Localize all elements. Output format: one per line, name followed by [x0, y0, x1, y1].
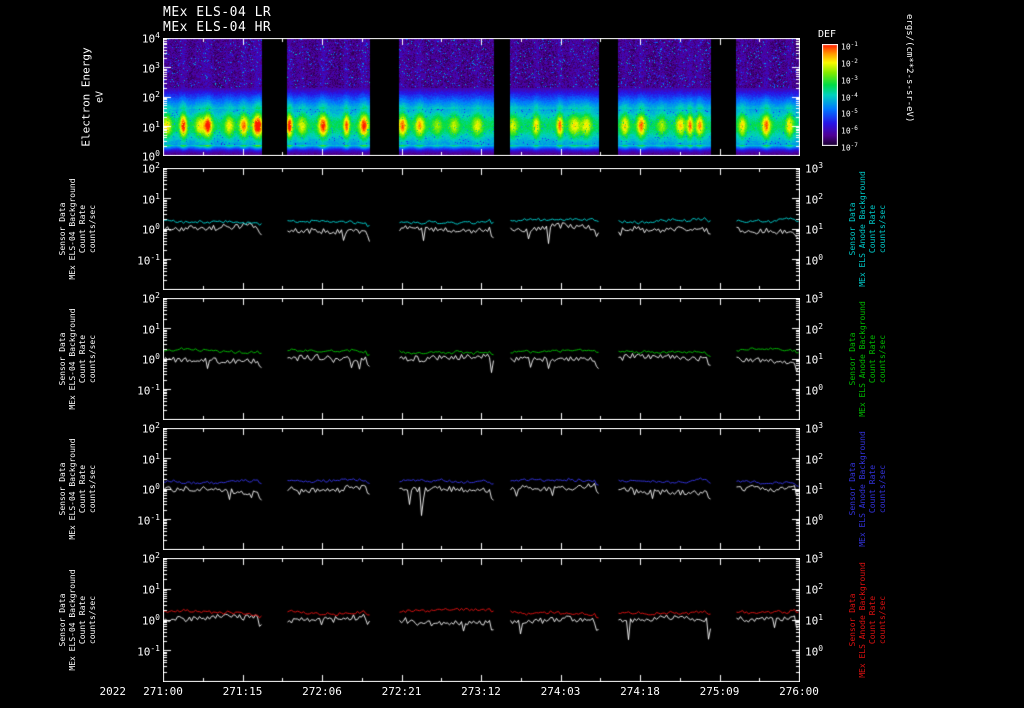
panel-1-ytick-right: 101	[805, 222, 824, 237]
panel-3-ylabel: Sensor Data MEx ELS-04 Background Count Ra…	[58, 438, 97, 540]
xaxis-tick-label: 271:15	[222, 685, 263, 698]
xaxis-tick-label: 271:00	[143, 685, 183, 698]
panel-3-right-label: Sensor Data MEx ELS Anode Background Count…	[848, 431, 887, 547]
colorbar-tick-label: 10-7	[841, 142, 858, 153]
plot-title-line2: MEx ELS-04 HR	[163, 20, 272, 35]
xaxis-tick-label: 272:06	[302, 685, 342, 698]
spectrogram-ytick-label: 104	[141, 31, 160, 46]
colorbar-units-label: ergs/(cm**2-s-sr-eV)	[904, 14, 914, 123]
panel-1-ylabel: Sensor Data MEx ELS-04 Background Count Ra…	[58, 178, 97, 280]
panel-4-ytick-right: 100	[805, 644, 824, 659]
panel-3-ytick-right: 102	[805, 451, 824, 467]
colorbar-tick-label: 10-2	[841, 57, 858, 69]
panel-3-ytick-left: 101	[141, 451, 160, 467]
panel-1-right-label: Sensor Data MEx ELS Anode Background Count…	[848, 171, 887, 287]
panel-3-ytick-left: 10-1	[137, 512, 160, 528]
panel-2-right-label: Sensor Data MEx ELS Anode Background Count…	[848, 301, 887, 417]
panel-1-ytick-left: 101	[141, 191, 160, 207]
panel-4-ytick-left: 100	[141, 613, 160, 628]
panel-3-ytick-right: 101	[805, 482, 824, 497]
panel-4-ytick-left: 101	[141, 582, 160, 597]
spectrogram-y-axis-label: Electron Energy eV	[80, 47, 107, 146]
colorbar-tick-label: 10-4	[841, 91, 858, 103]
xaxis-tick-label: 275:09	[699, 685, 740, 698]
panel-2-ylabel: Sensor Data MEx ELS-04 Background Count Ra…	[58, 308, 97, 410]
panel-4-ytick-left: 10-1	[137, 644, 160, 659]
spectrogram-ytick-label: 101	[141, 119, 160, 135]
panel-1-ytick-right: 102	[805, 191, 824, 207]
cdaweb-plot-page: MEx ELS-04 LR MEx ELS-04 HR Electron Ene…	[0, 0, 1024, 708]
xaxis-tick-label: 273:12	[461, 685, 501, 698]
xaxis-tick-label: 274:03	[540, 685, 581, 698]
panel-2-ytick-right: 102	[805, 321, 824, 337]
panel-2-ytick-left: 102	[141, 291, 160, 306]
panel-3-ytick-left: 100	[141, 482, 160, 497]
xaxis-tick-label: 274:18	[620, 685, 660, 698]
colorbar-tick-label: 10-6	[841, 125, 858, 136]
panel-2-ytick-left: 101	[141, 321, 160, 337]
colorbar-tick-label: 10-5	[841, 108, 858, 119]
spectrogram-y-axis-units: eV	[94, 90, 106, 104]
colorbar-tick-label: 10-3	[841, 74, 858, 86]
spectrogram-ytick-label: 102	[141, 90, 160, 105]
line-panel-canvas-2	[163, 298, 800, 420]
panel-2-ytick-right: 101	[805, 352, 824, 367]
panel-1-ytick-left: 10-1	[137, 252, 160, 268]
plot-title-line1: MEx ELS-04 LR	[163, 5, 272, 20]
panel-4-ytick-right: 102	[805, 582, 824, 597]
panel-2-ytick-left: 10-1	[137, 382, 160, 398]
line-panel-canvas-1	[163, 168, 800, 290]
panel-1-ytick-left: 102	[141, 161, 160, 176]
panel-2-ytick-right: 100	[805, 382, 824, 398]
panel-4-ylabel: Sensor Data MEx ELS-04 Background Count Ra…	[58, 569, 97, 671]
colorbar	[822, 44, 838, 146]
colorbar-tick-label: 10-1	[841, 41, 858, 52]
xaxis-year-label: 2022	[99, 685, 127, 698]
panel-3-ytick-left: 102	[141, 421, 160, 436]
spectrogram-canvas	[163, 38, 800, 156]
xaxis-tick-label: 272:21	[381, 685, 422, 698]
spectrogram-ytick-label: 103	[141, 60, 160, 76]
panel-2-ytick-left: 100	[141, 352, 160, 367]
panel-4-ytick-right: 103	[805, 551, 824, 566]
panel-3-ytick-right: 100	[805, 512, 824, 528]
panel-1-ytick-left: 100	[141, 222, 160, 237]
panel-4-ytick-left: 102	[141, 551, 160, 566]
spectrogram-y-axis-label-text: Electron Energy	[79, 47, 93, 147]
panel-1-ytick-right: 100	[805, 252, 824, 268]
panel-1-ytick-right: 103	[805, 161, 824, 176]
panel-4-ytick-right: 101	[805, 613, 824, 628]
panel-2-ytick-right: 103	[805, 291, 824, 306]
panel-4-right-label: Sensor Data MEx ELS Anode Background Count…	[848, 562, 887, 678]
colorbar-title: DEF	[818, 29, 837, 40]
line-panel-canvas-3	[163, 428, 800, 550]
line-panel-canvas-4	[163, 558, 800, 682]
panel-3-ytick-right: 103	[805, 421, 824, 436]
xaxis-tick-label: 276:00	[779, 685, 819, 698]
